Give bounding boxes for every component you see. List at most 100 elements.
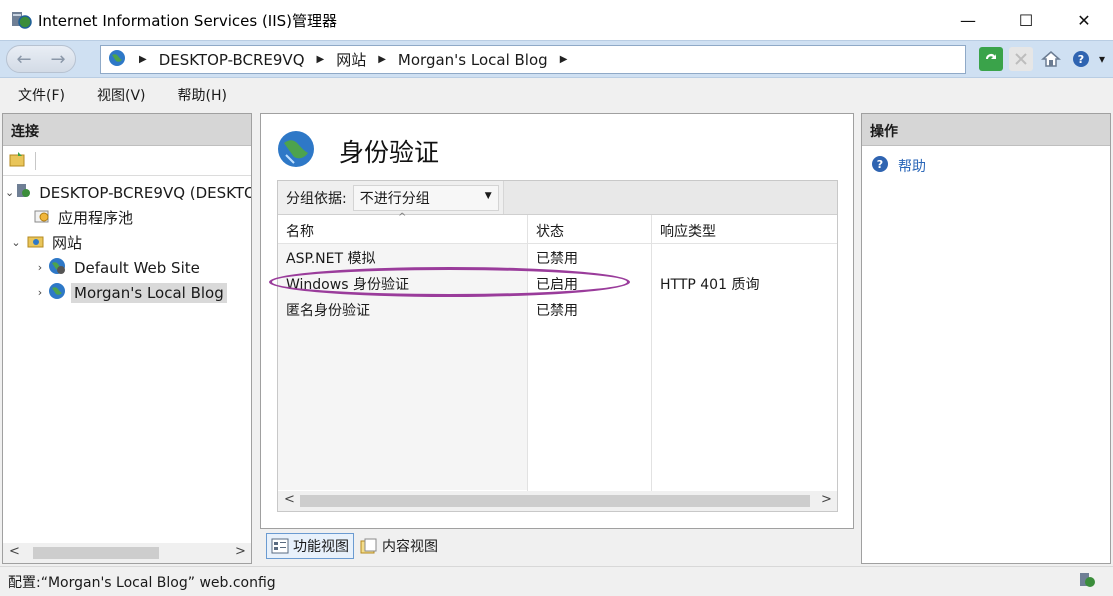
breadcrumb-item-server[interactable]: DESKTOP-BCRE9VQ: [159, 51, 305, 69]
group-by-bar: 分组依据: 不进行分组 ▼: [278, 181, 837, 215]
tree-item-app-pools[interactable]: 应用程序池: [3, 205, 251, 230]
status-bar: 配置:“Morgan's Local Blog” web.config: [0, 566, 1113, 596]
app-pool-icon: [33, 207, 51, 229]
globe-icon: [47, 281, 67, 305]
row-status: 已启用: [536, 277, 578, 293]
connections-horizontal-scrollbar[interactable]: < >: [3, 543, 251, 563]
group-bar-filler: [502, 181, 837, 214]
stop-icon[interactable]: [1008, 47, 1033, 71]
row-name: 匿名身份验证: [286, 303, 370, 319]
row-name: Windows 身份验证: [286, 277, 409, 293]
group-by-label: 分组依据:: [286, 190, 347, 207]
scroll-thumb[interactable]: [300, 495, 810, 507]
view-switcher: 功能视图 内容视图: [266, 532, 444, 560]
tree-label: Default Web Site: [74, 258, 200, 277]
actions-panel: 操作 ? 帮助: [861, 113, 1111, 564]
help-action[interactable]: ? 帮助: [862, 146, 1110, 186]
menu-file[interactable]: 文件(F): [12, 83, 71, 107]
tree-item-sites[interactable]: ⌄ 网站: [3, 230, 251, 255]
column-header-status[interactable]: 状态: [536, 221, 564, 241]
tree-label: DESKTOP-BCRE9VQ (DESKTOP-BCRE9VQ\Admin): [39, 183, 251, 202]
scroll-right-arrow[interactable]: >: [235, 544, 246, 559]
title-bar: Internet Information Services (IIS)管理器 —…: [0, 0, 1113, 40]
refresh-icon[interactable]: [978, 47, 1003, 71]
sort-ascending-icon: ^: [398, 212, 407, 223]
connections-toolbar: [3, 146, 251, 176]
scroll-thumb[interactable]: [33, 547, 159, 559]
content-view-label: 内容视图: [382, 539, 438, 555]
tree-item-server[interactable]: ⌄ DESKTOP-BCRE9VQ (DESKTOP-BCRE9VQ\Admin…: [3, 180, 251, 205]
breadcrumb-separator: ▶: [316, 54, 325, 65]
authentication-globe-icon: [275, 128, 317, 174]
features-view-icon: [271, 537, 289, 555]
features-view-tab[interactable]: 功能视图: [266, 533, 354, 559]
connections-panel: 连接 ⌄ DESKTOP-BCRE9VQ (DESKTOP-BCRE9VQ\Ad…: [2, 113, 252, 564]
sites-folder-icon: [27, 232, 45, 254]
menu-view[interactable]: 视图(V): [91, 83, 152, 107]
row-status: 已禁用: [536, 303, 578, 319]
expand-toggle[interactable]: ›: [33, 286, 47, 299]
scroll-left-arrow[interactable]: <: [9, 544, 20, 559]
column-header-response-type[interactable]: 响应类型: [660, 221, 716, 241]
breadcrumb-item-sites[interactable]: 网站: [336, 49, 366, 70]
tree-label: 网站: [52, 234, 83, 252]
content-view-tab[interactable]: 内容视图: [356, 533, 442, 559]
column-header-name[interactable]: 名称: [286, 221, 314, 241]
list-horizontal-scrollbar[interactable]: < >: [278, 491, 837, 511]
collapse-toggle[interactable]: ⌄: [5, 186, 14, 199]
help-action-label: 帮助: [898, 159, 926, 175]
connections-tree: ⌄ DESKTOP-BCRE9VQ (DESKTOP-BCRE9VQ\Admin…: [3, 176, 251, 305]
breadcrumb-separator: ▶: [378, 54, 386, 65]
scroll-left-arrow[interactable]: <: [284, 492, 295, 507]
back-button[interactable]: ←: [16, 49, 31, 70]
minimize-button[interactable]: —: [939, 0, 997, 40]
connections-header: 连接: [3, 114, 251, 146]
table-row[interactable]: 匿名身份验证 已禁用: [278, 296, 837, 322]
collapse-toggle[interactable]: ⌄: [9, 236, 23, 249]
svg-text:?: ?: [877, 158, 883, 171]
authentication-list: 分组依据: 不进行分组 ▼ ^ 名称 状态 响应类型 ASP.NET 模拟 已禁…: [277, 180, 838, 512]
forward-button[interactable]: →: [50, 49, 65, 70]
breadcrumb-separator[interactable]: ▶: [560, 54, 568, 65]
table-row[interactable]: ASP.NET 模拟 已禁用: [278, 244, 837, 270]
group-by-value: 不进行分组: [359, 190, 430, 207]
iis-manager-icon: [10, 9, 32, 31]
server-status-icon: [1077, 571, 1099, 595]
row-response-type: HTTP 401 质询: [660, 277, 760, 293]
features-view-label: 功能视图: [293, 539, 349, 555]
breadcrumb[interactable]: ▶ DESKTOP-BCRE9VQ ▶ 网站 ▶ Morgan's Local …: [100, 45, 966, 74]
feature-panel: 身份验证 分组依据: 不进行分组 ▼ ^ 名称 状态 响应类型 ASP.NET …: [260, 113, 854, 529]
expand-toggle[interactable]: ›: [33, 261, 47, 274]
globe-icon: [47, 256, 67, 280]
group-by-dropdown[interactable]: 不进行分组 ▼: [352, 184, 499, 211]
help-icon: ?: [870, 154, 890, 178]
tree-item-morgans-local-blog[interactable]: › Morgan's Local Blog: [3, 280, 251, 305]
row-status: 已禁用: [536, 251, 578, 267]
window-title: Internet Information Services (IIS)管理器: [38, 11, 338, 30]
column-headers: ^ 名称 状态 响应类型: [278, 212, 837, 244]
dropdown-arrow-icon: ▼: [484, 190, 492, 201]
tree-item-default-web-site[interactable]: › Default Web Site: [3, 255, 251, 280]
history-buttons: ← →: [6, 45, 76, 73]
home-icon[interactable]: [1039, 47, 1063, 71]
content-view-icon: [360, 537, 378, 555]
close-button[interactable]: ✕: [1055, 0, 1113, 40]
page-title: 身份验证: [339, 138, 440, 167]
help-dropdown-caret[interactable]: ▾: [1099, 52, 1105, 66]
tree-label: Morgan's Local Blog: [71, 282, 227, 303]
table-row[interactable]: Windows 身份验证 已启用 HTTP 401 质询: [278, 270, 837, 296]
tree-label: 应用程序池: [58, 209, 134, 227]
status-text: 配置:“Morgan's Local Blog” web.config: [8, 574, 276, 591]
svg-text:?: ?: [1078, 53, 1084, 66]
server-icon: [14, 182, 32, 204]
navigation-bar: ← → ▶ DESKTOP-BCRE9VQ ▶ 网站 ▶ Morgan's Lo…: [0, 40, 1113, 78]
authentication-rows: ASP.NET 模拟 已禁用 Windows 身份验证 已启用 HTTP 401…: [278, 244, 837, 322]
maximize-button[interactable]: ☐: [997, 0, 1055, 40]
scroll-right-arrow[interactable]: >: [821, 492, 832, 507]
create-connection-icon[interactable]: [9, 150, 27, 172]
help-icon[interactable]: ?: [1069, 47, 1093, 71]
actions-header: 操作: [862, 114, 1110, 146]
menu-help[interactable]: 帮助(H): [172, 83, 233, 107]
toolbar-divider: [35, 151, 36, 170]
breadcrumb-item-site[interactable]: Morgan's Local Blog: [398, 51, 548, 69]
